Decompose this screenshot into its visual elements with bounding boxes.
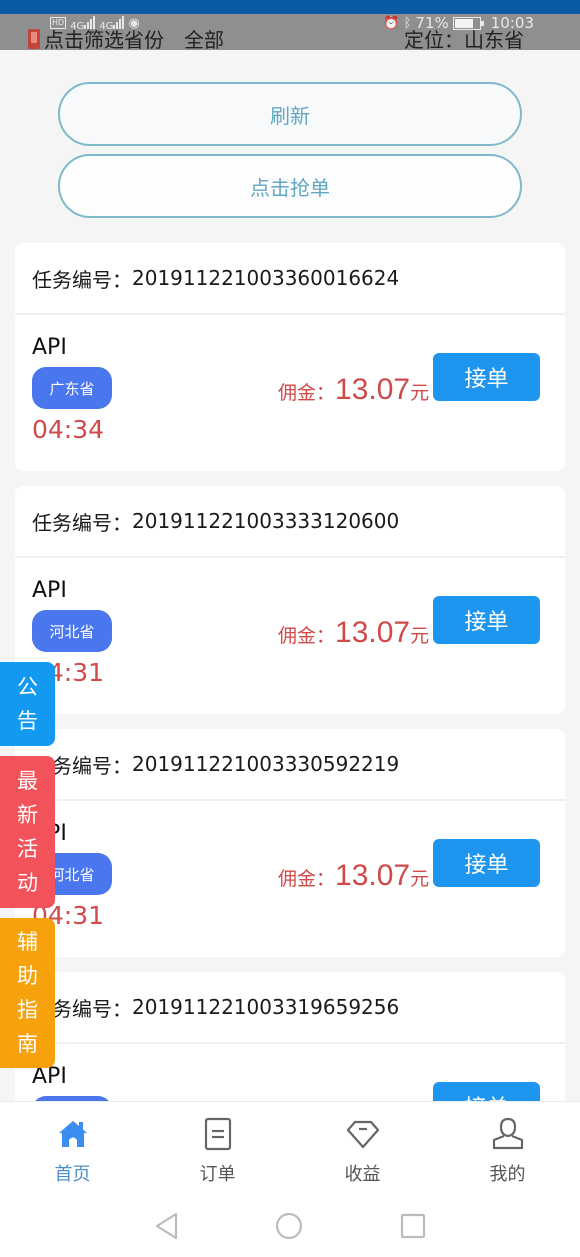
diamond-icon [346,1120,379,1149]
home-icon [58,1121,87,1147]
commission-label: 佣金： [278,868,336,890]
refresh-button[interactable]: 刷新 [58,82,522,146]
commission-amount: 13.07 [335,373,411,406]
location-value: 山东省 [464,28,524,52]
back-icon[interactable] [152,1211,182,1241]
task-id-row: 任务编号： 201911221003360016624 [15,243,565,315]
home-circle-icon[interactable] [274,1211,304,1241]
commission: 佣金： 13.07 元 [278,859,429,893]
currency-unit: 元 [410,382,430,404]
location-label: 定位： [404,28,464,52]
task-id: 201911221003360016624 [132,266,400,290]
tab-label: 订单 [199,1164,236,1185]
commission-amount: 13.07 [335,859,411,892]
task-id: 201911221003330592219 [132,752,400,776]
bottom-tab-bar: 首页 订单 收益 我的 [0,1101,580,1197]
task-card: 任务编号： 201911221003330592219 API 河北省 04:3… [15,729,565,957]
grab-order-button[interactable]: 点击抢单 [58,154,522,218]
province-badge: 河北省 [32,610,112,652]
accept-button[interactable]: 接单 [433,839,540,887]
filter-selected[interactable]: 全部 [184,24,224,53]
guide-tab[interactable]: 辅 助 指 南 [0,918,55,1068]
currency-unit: 元 [410,868,430,890]
task-card: 任务编号： 201911221003360016624 API 广东省 04:3… [15,243,565,471]
latest-activity-tab[interactable]: 最 新 活 动 [0,756,55,908]
tab-label: 首页 [54,1164,91,1185]
task-id-label: 任务编号： [32,267,132,292]
task-id-label: 任务编号： [32,510,132,535]
tab-orders[interactable]: 订单 [145,1102,290,1197]
system-nav-bar [0,1197,580,1257]
top-color-band [0,0,580,14]
task-id: 201911221003319659256 [132,995,400,1019]
commission-label: 佣金： [278,382,336,404]
task-type: API [32,335,67,360]
task-type: API [32,578,67,603]
tab-home[interactable]: 首页 [0,1102,145,1197]
phone-icon [28,28,40,49]
notice-tab[interactable]: 公 告 [0,662,55,746]
province-badge: 广东省 [32,367,112,409]
task-id-row: 任务编号： 201911221003319659256 [15,972,565,1044]
task-id-row: 任务编号： 201911221003333120600 [15,486,565,558]
filter-row: 点击筛选省份 全部 定位：山东省 [0,24,580,52]
recent-apps-icon[interactable] [398,1211,428,1241]
commission: 佣金： 13.07 元 [278,373,429,407]
task-card: 任务编号： 201911221003333120600 API 河北省 04:3… [15,486,565,714]
commission: 佣金： 13.07 元 [278,616,429,650]
user-icon [492,1117,523,1150]
location: 定位：山东省 [404,24,524,53]
countdown: 04:34 [32,415,105,444]
currency-unit: 元 [410,625,430,647]
tab-label: 收益 [344,1164,381,1185]
commission-label: 佣金： [278,625,336,647]
tab-label: 我的 [489,1164,526,1185]
task-id-row: 任务编号： 201911221003330592219 [15,729,565,801]
tab-earnings[interactable]: 收益 [290,1102,435,1197]
accept-button[interactable]: 接单 [433,353,540,401]
province-filter[interactable]: 点击筛选省份 全部 [28,24,224,53]
commission-amount: 13.07 [335,616,411,649]
tab-mine[interactable]: 我的 [435,1102,580,1197]
order-icon [204,1117,231,1151]
task-id: 201911221003333120600 [132,509,400,533]
accept-button[interactable]: 接单 [433,596,540,644]
filter-label[interactable]: 点击筛选省份 [44,24,164,53]
